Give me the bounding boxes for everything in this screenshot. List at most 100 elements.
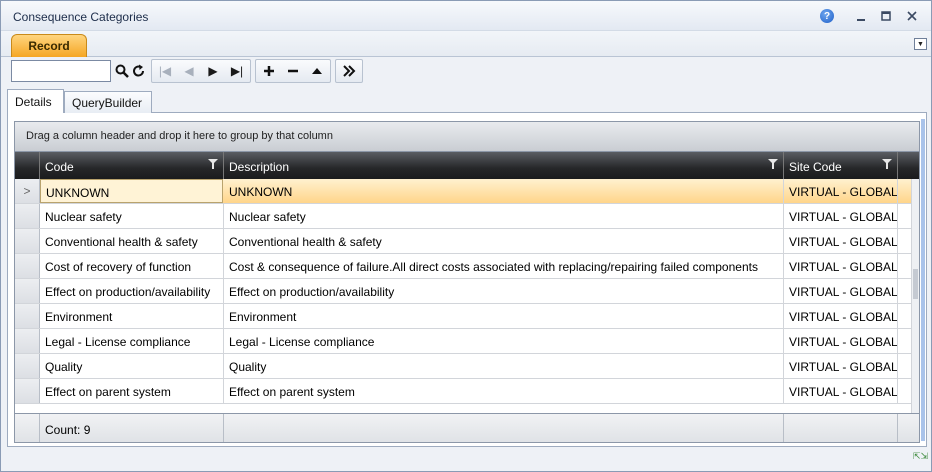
grid-rows: > UNKNOWN UNKNOWN VIRTUAL - GLOBAL Nucle… — [15, 179, 919, 404]
last-icon: ▶| — [230, 64, 244, 78]
title-bar: Consequence Categories ? — [1, 1, 931, 31]
record-count: Count: 9 — [40, 414, 224, 442]
cell-code[interactable]: Cost of recovery of function — [40, 254, 224, 278]
row-indicator — [15, 304, 40, 328]
close-icon — [907, 11, 917, 21]
footer-description — [224, 414, 784, 442]
refresh-button[interactable] — [130, 60, 147, 82]
resize-grip-icon[interactable]: ⇱⇲ — [913, 452, 928, 467]
cell-description[interactable]: Conventional health & safety — [224, 229, 784, 253]
record-tab[interactable]: Record — [11, 34, 87, 57]
last-record-button[interactable]: ▶| — [225, 60, 249, 82]
scrollbar-thumb[interactable] — [913, 269, 918, 299]
cell-site-code[interactable]: VIRTUAL - GLOBAL — [784, 329, 898, 353]
header-description[interactable]: Description — [224, 152, 784, 179]
cell-code[interactable]: Effect on parent system — [40, 379, 224, 403]
table-row[interactable]: Cost of recovery of function Cost & cons… — [15, 254, 919, 279]
help-button[interactable]: ? — [818, 8, 836, 24]
cell-code[interactable]: Environment — [40, 304, 224, 328]
search-button[interactable] — [113, 60, 130, 82]
table-row[interactable]: Quality Quality VIRTUAL - GLOBAL — [15, 354, 919, 379]
table-row[interactable]: Conventional health & safety Conventiona… — [15, 229, 919, 254]
header-code[interactable]: Code — [40, 152, 224, 179]
double-chevron-right-icon — [343, 65, 356, 77]
table-row[interactable]: Environment Environment VIRTUAL - GLOBAL — [15, 304, 919, 329]
cell-description[interactable]: Quality — [224, 354, 784, 378]
cell-site-code[interactable]: VIRTUAL - GLOBAL — [784, 254, 898, 278]
cell-code[interactable]: Legal - License compliance — [40, 329, 224, 353]
move-up-button[interactable] — [305, 60, 329, 82]
toolbar: |◀ ◀ ▶ ▶| — [7, 57, 363, 85]
close-button[interactable] — [903, 8, 921, 24]
footer-indicator — [15, 414, 40, 442]
cell-code[interactable]: Conventional health & safety — [40, 229, 224, 253]
header-site-code[interactable]: Site Code — [784, 152, 898, 179]
delete-record-button[interactable] — [281, 60, 305, 82]
table-row[interactable]: Effect on parent system Effect on parent… — [15, 379, 919, 404]
collapse-button[interactable]: ▼ — [914, 38, 927, 50]
cell-site-code[interactable]: VIRTUAL - GLOBAL — [784, 354, 898, 378]
cell-description[interactable]: UNKNOWN — [224, 179, 784, 203]
cell-description[interactable]: Legal - License compliance — [224, 329, 784, 353]
restore-button[interactable] — [877, 8, 895, 24]
cell-site-code[interactable]: VIRTUAL - GLOBAL — [784, 229, 898, 253]
search-icon — [115, 64, 129, 78]
table-row[interactable]: Legal - License compliance Legal - Licen… — [15, 329, 919, 354]
add-record-button[interactable] — [257, 60, 281, 82]
cell-description[interactable]: Nuclear safety — [224, 204, 784, 228]
table-row[interactable]: > UNKNOWN UNKNOWN VIRTUAL - GLOBAL — [15, 179, 919, 204]
cell-code[interactable]: UNKNOWN — [40, 179, 223, 203]
cell-site-code[interactable]: VIRTUAL - GLOBAL — [784, 179, 898, 203]
navigation-group: |◀ ◀ ▶ ▶| — [151, 59, 251, 83]
next-icon: ▶ — [208, 64, 218, 78]
row-indicator — [15, 254, 40, 278]
record-tabstrip: Record ▼ — [1, 31, 931, 57]
minus-icon — [288, 69, 298, 73]
row-indicator — [15, 204, 40, 228]
table-row[interactable]: Effect on production/availability Effect… — [15, 279, 919, 304]
row-indicator — [15, 354, 40, 378]
first-record-button[interactable]: |◀ — [153, 60, 177, 82]
filter-icon[interactable] — [768, 159, 778, 169]
header-code-label: Code — [45, 160, 74, 174]
cell-site-code[interactable]: VIRTUAL - GLOBAL — [784, 279, 898, 303]
panel-edge — [921, 119, 925, 441]
minimize-icon — [857, 19, 865, 21]
footer-site-code — [784, 414, 898, 442]
help-icon: ? — [820, 9, 834, 23]
cell-site-code[interactable]: VIRTUAL - GLOBAL — [784, 379, 898, 403]
cell-description[interactable]: Cost & consequence of failure.All direct… — [224, 254, 784, 278]
row-indicator: > — [15, 179, 40, 203]
table-row[interactable]: Nuclear safety Nuclear safety VIRTUAL - … — [15, 204, 919, 229]
filter-icon[interactable] — [882, 159, 892, 169]
header-description-label: Description — [229, 160, 290, 174]
cell-description[interactable]: Effect on parent system — [224, 379, 784, 403]
group-by-panel[interactable]: Drag a column header and drop it here to… — [15, 122, 919, 152]
more-button[interactable] — [337, 60, 361, 82]
cell-description[interactable]: Environment — [224, 304, 784, 328]
grid-header: Code Description Site Code — [15, 152, 919, 179]
tab-querybuilder[interactable]: QueryBuilder — [64, 91, 152, 113]
restore-icon — [881, 11, 891, 21]
previous-record-button[interactable]: ◀ — [177, 60, 201, 82]
more-group — [335, 59, 363, 83]
next-record-button[interactable]: ▶ — [201, 60, 225, 82]
tab-details[interactable]: Details — [7, 89, 64, 114]
row-indicator — [15, 329, 40, 353]
first-icon: |◀ — [158, 64, 172, 78]
minimize-button[interactable] — [852, 8, 870, 24]
filter-icon[interactable] — [208, 159, 218, 169]
cell-site-code[interactable]: VIRTUAL - GLOBAL — [784, 304, 898, 328]
refresh-icon — [132, 64, 144, 77]
cell-site-code[interactable]: VIRTUAL - GLOBAL — [784, 204, 898, 228]
window: Consequence Categories ? Record ▼ |◀ ◀ ▶… — [0, 0, 932, 472]
cell-code[interactable]: Nuclear safety — [40, 204, 224, 228]
details-panel: Drag a column header and drop it here to… — [7, 113, 927, 447]
cell-code[interactable]: Effect on production/availability — [40, 279, 224, 303]
vertical-scrollbar[interactable] — [911, 179, 919, 413]
search-input[interactable] — [11, 60, 111, 82]
header-site-code-label: Site Code — [789, 160, 842, 174]
row-indicator — [15, 379, 40, 403]
cell-code[interactable]: Quality — [40, 354, 224, 378]
cell-description[interactable]: Effect on production/availability — [224, 279, 784, 303]
